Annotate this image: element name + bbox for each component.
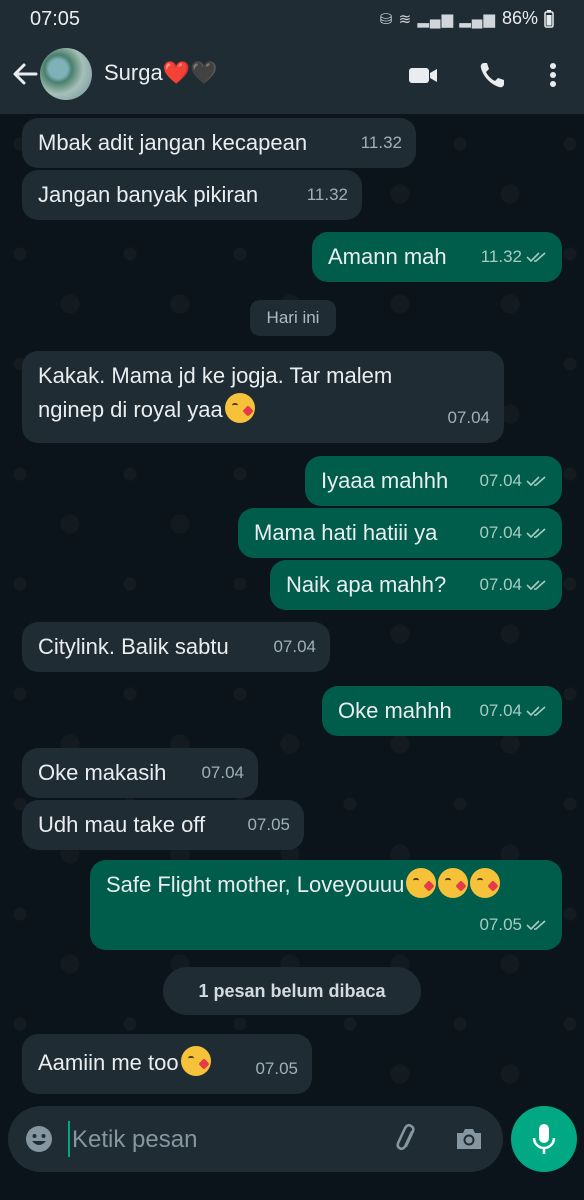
message-incoming[interactable]: Mbak adit jangan kecapean 11.32	[22, 118, 416, 168]
battery-level: 86%	[501, 8, 538, 28]
message-input[interactable]	[70, 1120, 374, 1160]
voice-call-icon[interactable]	[476, 58, 510, 92]
message-meta: 07.04	[479, 568, 548, 602]
message-time: 11.32	[360, 133, 402, 152]
message-incoming[interactable]: Oke makasih 07.04	[22, 748, 258, 798]
message-outgoing[interactable]: Iyaaa mahhh 07.04	[305, 456, 562, 506]
message-incoming[interactable]: Aamiin me too 07.05	[22, 1034, 312, 1094]
read-ticks-icon	[526, 528, 546, 539]
read-ticks-icon	[526, 580, 546, 591]
more-options-icon[interactable]	[536, 58, 570, 92]
message-time: 07.05	[247, 815, 290, 834]
camera-icon[interactable]	[452, 1122, 486, 1156]
back-arrow-icon[interactable]	[8, 56, 42, 92]
kiss-emoji-icon	[180, 1046, 211, 1076]
status-icons: ⛁ ≋ ▂▄▆ ▂▄▆ 86%	[380, 8, 554, 29]
kiss-emoji-icon	[224, 393, 255, 423]
message-meta: 11.32	[481, 240, 548, 274]
message-incoming[interactable]: Udh mau take off 07.05	[22, 800, 304, 850]
message-incoming[interactable]: Citylink. Balik sabtu 07.04	[22, 622, 330, 672]
kiss-emoji-icon	[406, 868, 437, 898]
read-ticks-icon	[526, 252, 546, 263]
message-time: 07.04	[447, 408, 490, 427]
message-time: 07.05	[255, 1059, 298, 1078]
system-nav-bar	[0, 1180, 584, 1200]
kiss-emoji-icon	[438, 868, 469, 898]
message-outgoing[interactable]: Safe Flight mother, Loveyouuu 07.05	[90, 860, 562, 950]
message-outgoing[interactable]: Oke mahhh 07.04	[322, 686, 562, 736]
message-incoming[interactable]: Kakak. Mama jd ke jogja. Tar malem nginep…	[22, 351, 504, 443]
message-outgoing[interactable]: Amann mah 11.32	[312, 232, 562, 282]
read-ticks-icon	[526, 476, 546, 487]
message-meta: 07.04	[479, 694, 548, 728]
message-incoming[interactable]: Jangan banyak pikiran 11.32	[22, 170, 362, 220]
contact-name[interactable]: Surga❤️🖤	[104, 60, 218, 86]
kiss-emoji-icon	[470, 868, 501, 898]
battery-icon	[544, 9, 554, 28]
message-outgoing[interactable]: Mama hati hatiii ya 07.04	[238, 508, 562, 558]
status-bar: 07:05 ⛁ ≋ ▂▄▆ ▂▄▆ 86%	[0, 0, 584, 36]
emoji-icon[interactable]	[22, 1122, 56, 1156]
unread-messages-banner: 1 pesan belum dibaca	[163, 967, 421, 1015]
message-time: 07.04	[201, 763, 244, 782]
message-time: 11.32	[306, 185, 348, 204]
date-separator: Hari ini	[250, 300, 336, 336]
message-outgoing[interactable]: Naik apa mahh? 07.04	[270, 560, 562, 610]
message-composer	[8, 1106, 503, 1172]
wifi-signal-icon: ⛁ ≋ ▂▄▆ ▂▄▆	[379, 10, 496, 28]
message-meta: 07.05	[479, 908, 548, 942]
chat-header: Surga❤️🖤	[0, 36, 584, 114]
chat-area[interactable]: Mbak adit jangan kecapean 11.32 Jangan b…	[0, 114, 584, 1100]
video-call-icon[interactable]	[406, 58, 440, 92]
status-time: 07:05	[30, 8, 81, 30]
read-ticks-icon	[526, 706, 546, 717]
read-ticks-icon	[526, 920, 546, 931]
voice-record-button[interactable]	[511, 1106, 577, 1172]
message-time: 07.04	[273, 637, 316, 656]
contact-avatar[interactable]	[40, 48, 92, 100]
attach-icon[interactable]	[390, 1122, 424, 1156]
message-meta: 07.04	[479, 516, 548, 550]
message-meta: 07.04	[479, 464, 548, 498]
microphone-icon	[532, 1124, 556, 1154]
